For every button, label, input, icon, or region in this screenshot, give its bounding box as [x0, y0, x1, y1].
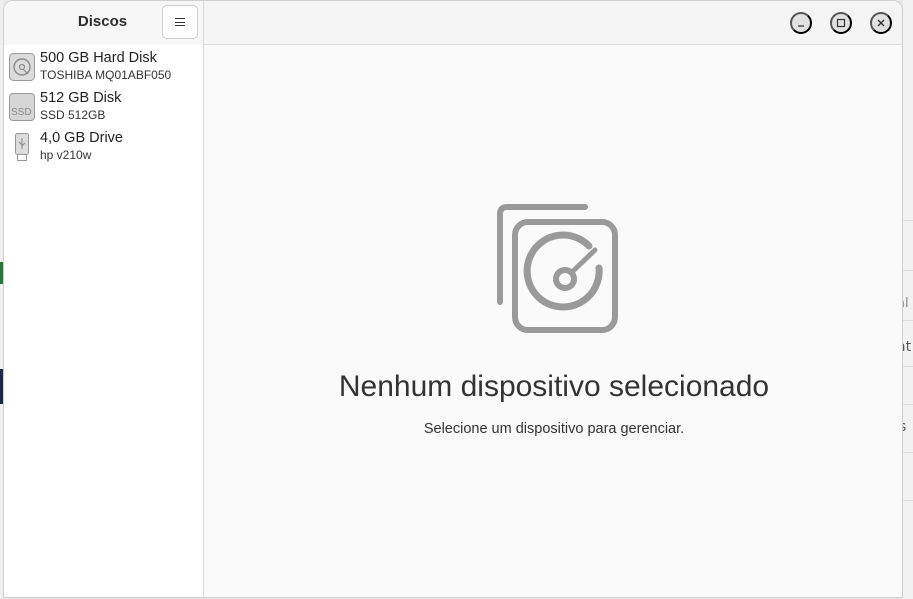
disk-name: 512 GB Disk	[40, 90, 122, 106]
sidebar: Discos 500 GB Hard Disk TOSHIBA MQ01ABF0…	[4, 1, 204, 597]
hard-disk-icon	[9, 53, 35, 81]
ssd-icon-label: SSD	[11, 107, 32, 118]
disk-item-usb-drive[interactable]: 4,0 GB Drive hp v210w	[4, 126, 203, 166]
maximize-button[interactable]	[830, 12, 852, 34]
disk-model: SSD 512GB	[40, 108, 106, 122]
disk-name: 4,0 GB Drive	[40, 130, 123, 146]
disks-window: Discos 500 GB Hard Disk TOSHIBA MQ01ABF0…	[3, 0, 903, 598]
disk-model: hp v210w	[40, 148, 92, 162]
close-icon	[877, 19, 885, 27]
background-window-right: al at s	[903, 0, 913, 599]
background-fragment: s	[903, 419, 906, 435]
minimize-button[interactable]	[790, 12, 812, 34]
sidebar-header: Discos	[4, 1, 203, 45]
main-menu-button[interactable]	[162, 5, 198, 39]
disk-item-ssd[interactable]: SSD 512 GB Disk SSD 512GB	[4, 86, 203, 126]
usb-drive-icon	[15, 133, 29, 161]
empty-state-subtitle: Selecione um dispositivo para gerenciar.	[423, 421, 685, 437]
disk-model: TOSHIBA MQ01ABF050	[40, 68, 172, 82]
close-button[interactable]	[870, 12, 892, 34]
titlebar	[204, 1, 902, 45]
disk-item-hard-disk[interactable]: 500 GB Hard Disk TOSHIBA MQ01ABF050	[4, 46, 203, 86]
disk-name: 500 GB Hard Disk	[40, 50, 157, 66]
background-fragment: at	[903, 339, 912, 355]
empty-state-title: Nenhum dispositivo selecionado	[338, 370, 770, 403]
disks-icon	[497, 204, 618, 333]
main-content: Nenhum dispositivo selecionado Selecione…	[204, 46, 902, 597]
minimize-icon	[798, 25, 804, 27]
ssd-icon: SSD	[9, 93, 35, 121]
hamburger-icon	[175, 18, 185, 26]
background-fragment: al	[903, 296, 909, 311]
maximize-icon	[836, 18, 846, 28]
